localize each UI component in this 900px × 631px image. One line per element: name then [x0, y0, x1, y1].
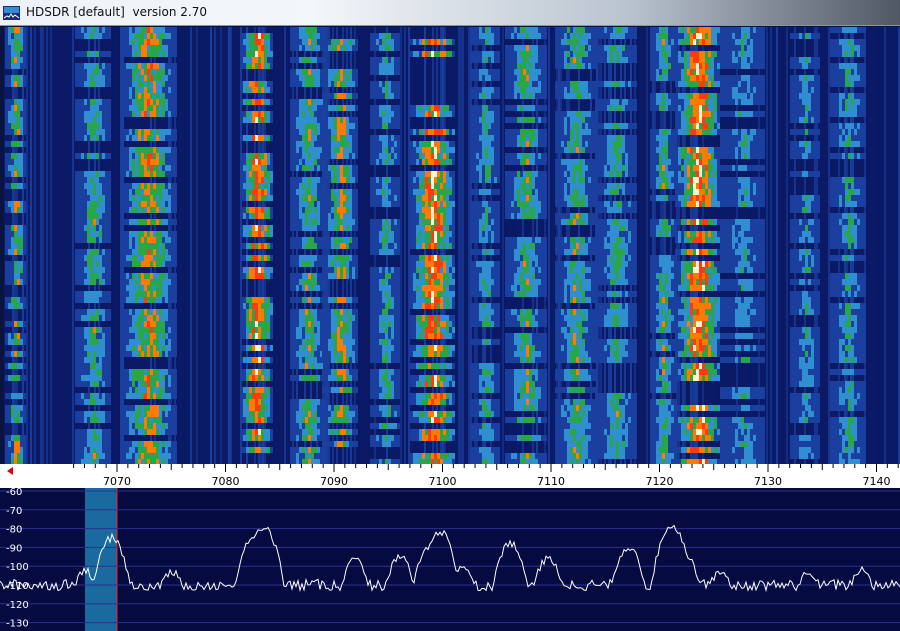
freq-tick-label: 7120	[646, 475, 674, 488]
db-scale-label: -120	[6, 600, 29, 611]
db-scale-label: -60	[6, 488, 22, 498]
waterfall-display[interactable]	[4, 27, 900, 464]
spectrum-display[interactable]: -60 -70 -80 -90 -100 -110 -120 -130	[0, 488, 900, 631]
freq-tick-label: 7110	[537, 475, 565, 488]
db-scale-label: -130	[6, 619, 29, 630]
db-scale-label: -80	[6, 525, 22, 536]
frequency-scale[interactable]: 7070 7080 7090 7100 7110 7120 7130 7140	[0, 464, 900, 488]
db-scale-label: -100	[6, 562, 29, 573]
freq-tick-label: 7100	[429, 475, 457, 488]
freq-tick-label: 7070	[103, 475, 131, 488]
freq-tick-label: 7080	[212, 475, 240, 488]
db-scale-label: -70	[6, 506, 22, 517]
hdsdr-app-icon[interactable]	[3, 5, 20, 20]
freq-tick-label: 7140	[863, 475, 891, 488]
db-scale-label: -90	[6, 543, 22, 554]
title-bar[interactable]: HDSDR [default] version 2.70	[0, 0, 900, 26]
freq-tick-label: 7130	[754, 475, 782, 488]
window-title: HDSDR [default] version 2.70	[26, 5, 207, 19]
freq-tick-label: 7090	[320, 475, 348, 488]
